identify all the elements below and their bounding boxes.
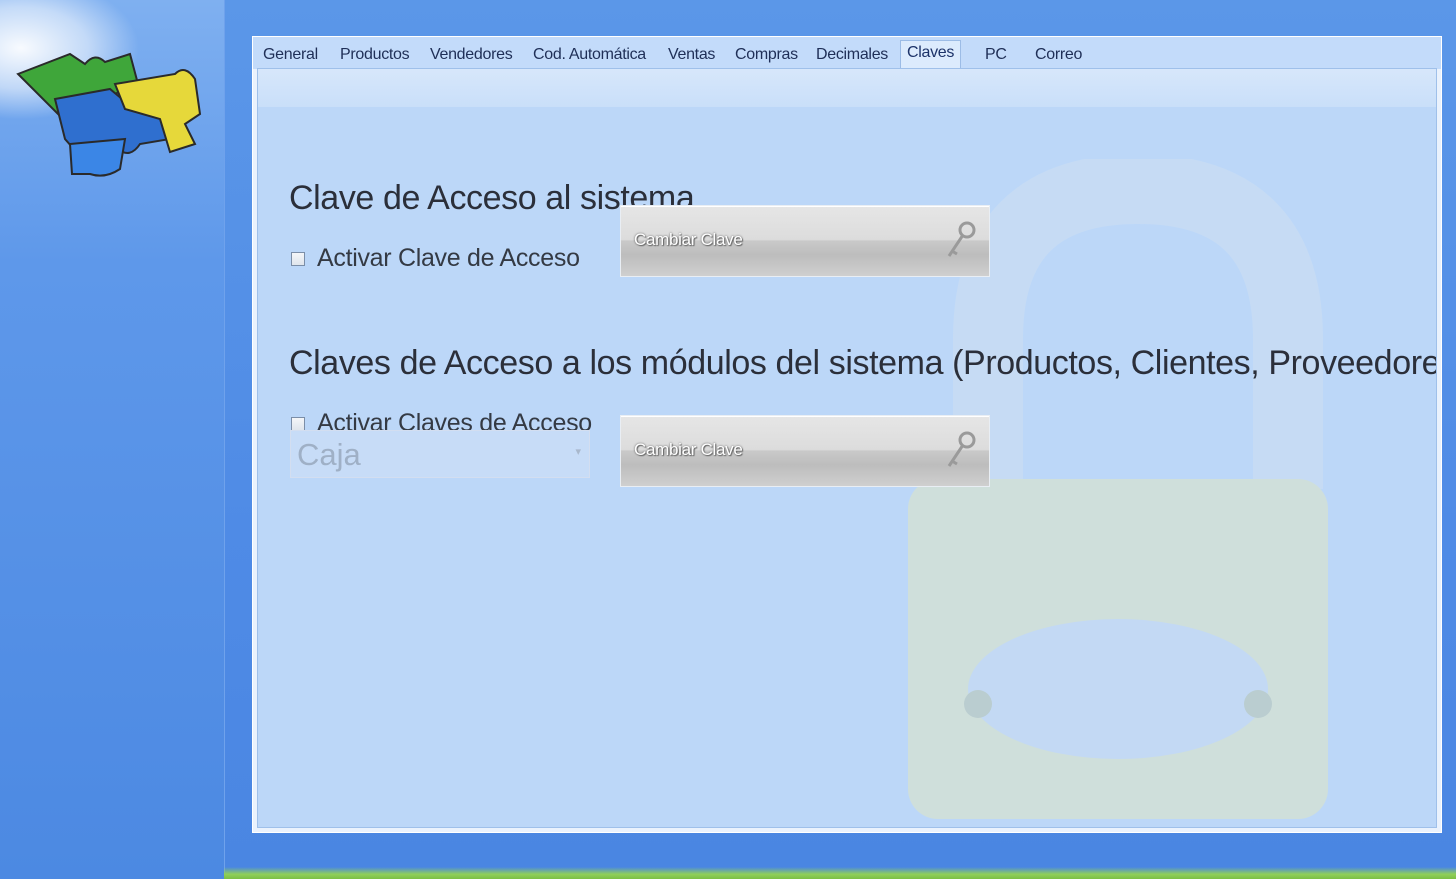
tab-claves[interactable]: Claves	[900, 40, 962, 70]
tab-pc[interactable]: PC	[981, 45, 1011, 67]
change-system-password-button[interactable]: Cambiar Clave	[620, 205, 990, 277]
tab-ventas[interactable]: Ventas	[664, 45, 719, 67]
tab-correo[interactable]: Correo	[1031, 45, 1086, 67]
chevron-down-icon: ▾	[575, 446, 581, 458]
key-icon	[947, 221, 976, 257]
system-password-checkbox[interactable]	[291, 251, 305, 266]
grass-decoration	[224, 867, 1456, 879]
module-select[interactable]: Caja ▾	[290, 430, 590, 478]
tab-strip: General Productos Vendedores Cod. Automá…	[253, 37, 1441, 70]
tab-decimales[interactable]: Decimales	[812, 45, 892, 67]
claves-tab-page: Clave de Acceso al sistema Activar Clave…	[257, 68, 1437, 828]
module-passwords-checkbox[interactable]	[291, 416, 305, 431]
key-icon	[947, 431, 976, 467]
tab-general[interactable]: General	[259, 45, 322, 67]
left-sidebar	[0, 0, 225, 879]
tab-cod-automatica[interactable]: Cod. Automática	[529, 45, 650, 67]
change-module-password-button[interactable]: Cambiar Clave	[620, 415, 990, 487]
tab-productos[interactable]: Productos	[336, 45, 413, 67]
system-password-checkbox-label: Activar Clave de Acceso	[317, 244, 580, 272]
tab-vendedores[interactable]: Vendedores	[426, 45, 516, 67]
module-select-value: Caja	[297, 437, 361, 472]
puzzle-pieces-logo	[16, 52, 202, 177]
settings-window: General Productos Vendedores Cod. Automá…	[252, 36, 1442, 833]
module-passwords-heading: Claves de Acceso a los módulos del siste…	[289, 344, 1437, 382]
tab-compras[interactable]: Compras	[731, 45, 802, 67]
system-password-checkbox-row[interactable]: Activar Clave de Acceso	[291, 244, 580, 273]
